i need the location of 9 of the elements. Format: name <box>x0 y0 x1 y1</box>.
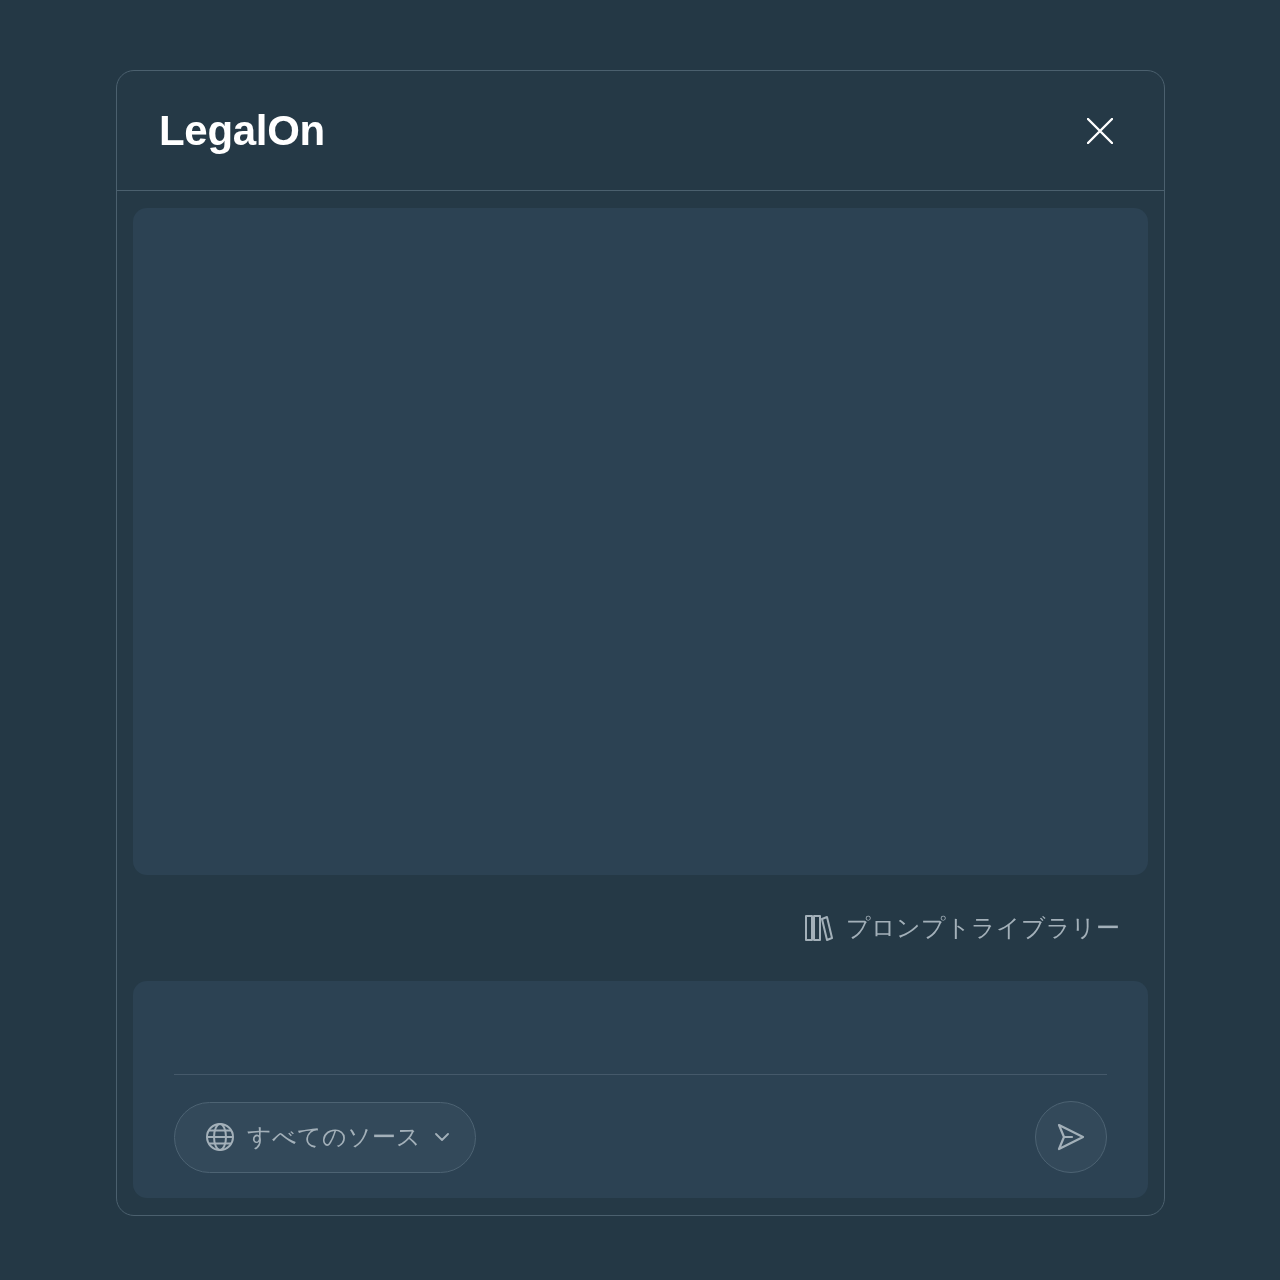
close-icon <box>1087 117 1113 144</box>
globe-icon <box>205 1122 235 1152</box>
source-dropdown[interactable]: すべてのソース <box>174 1101 476 1173</box>
message-composer[interactable]: すべてのソース <box>133 981 1148 1198</box>
app-title: LegalOn <box>159 106 325 155</box>
prompt-library-link[interactable]: プロンプトライブラリー <box>803 908 1122 948</box>
books-icon <box>805 915 833 941</box>
send-icon <box>1057 1123 1085 1151</box>
chevron-down-icon <box>435 1133 449 1141</box>
